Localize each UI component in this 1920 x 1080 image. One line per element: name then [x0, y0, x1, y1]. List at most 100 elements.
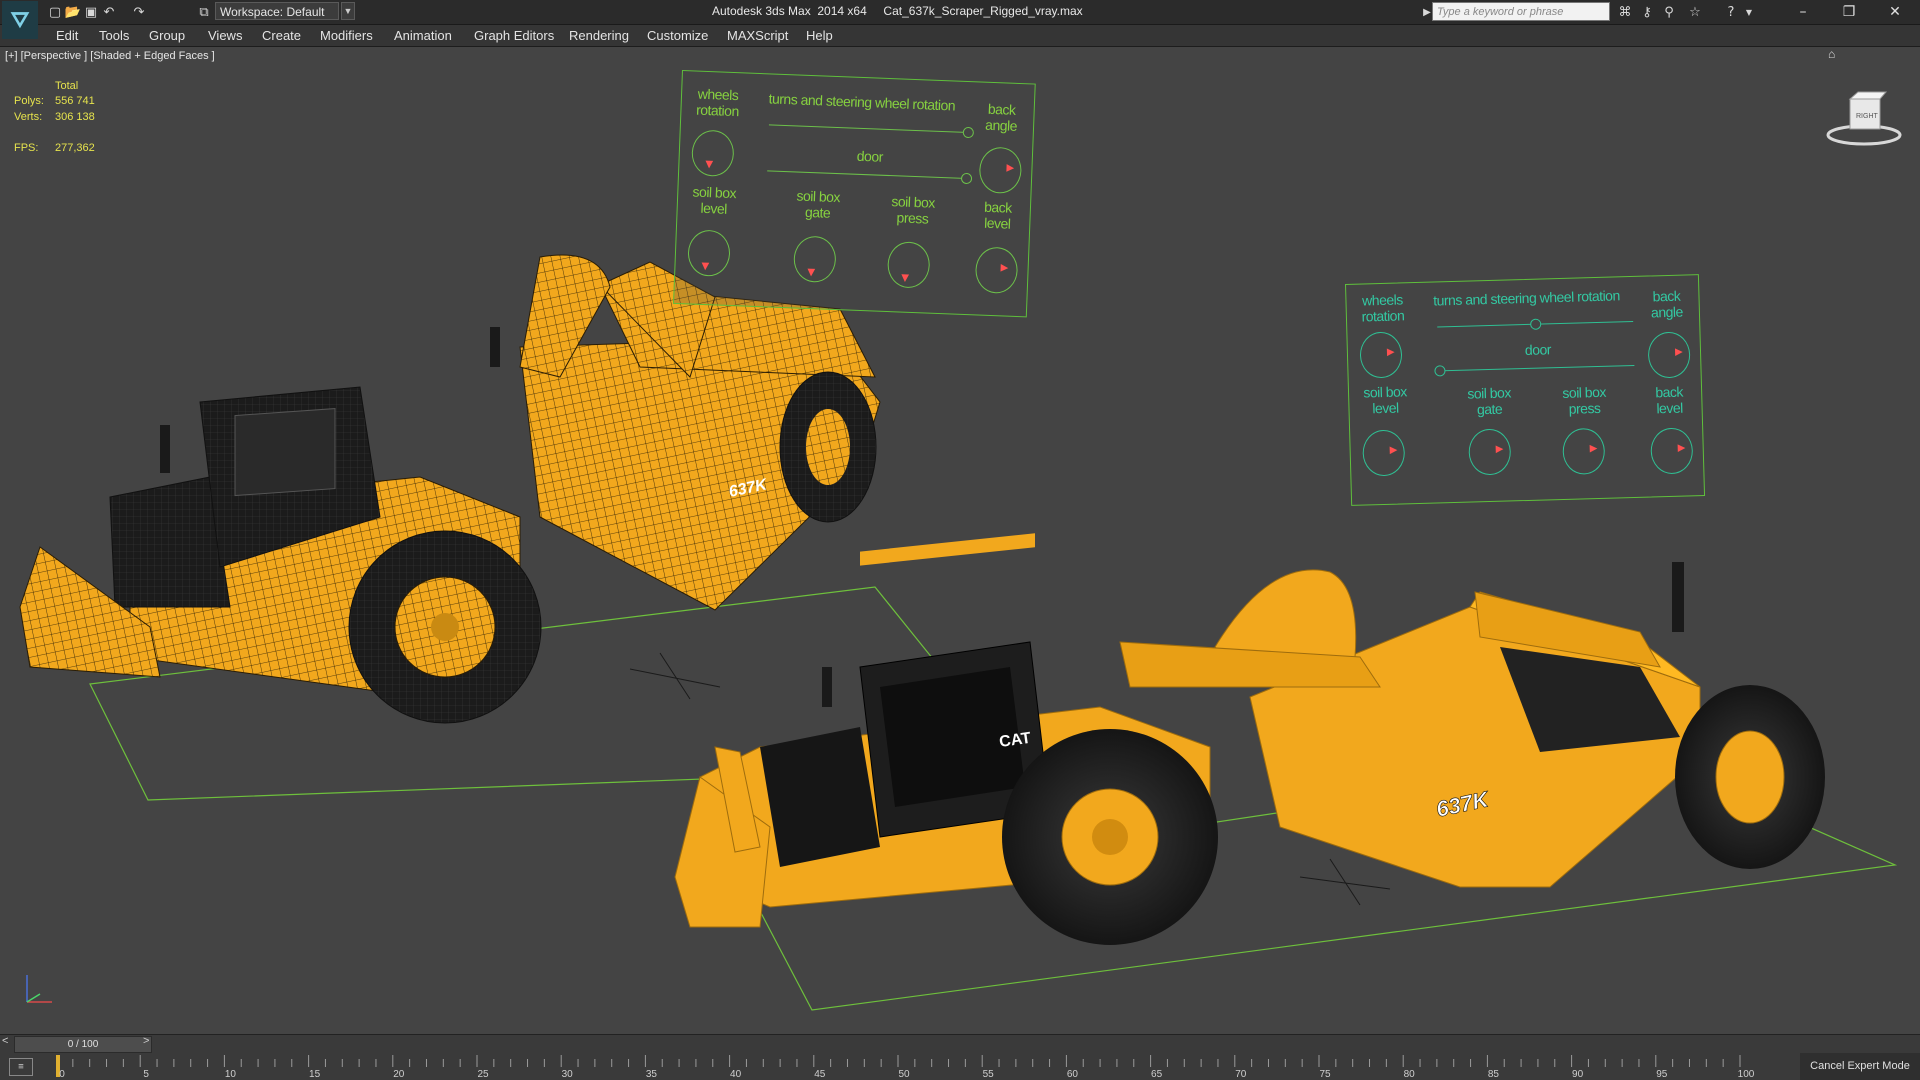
help-dropdown-icon[interactable]: ▼ — [1740, 3, 1758, 21]
frame-tick-label: 90 — [1572, 1069, 1584, 1080]
home-icon[interactable]: ⌂ — [1828, 47, 1835, 61]
search-input[interactable] — [1432, 2, 1610, 21]
back-angle-knob[interactable]: ▶ — [978, 146, 1023, 195]
cancel-expert-mode-button[interactable]: Cancel Expert Mode — [1800, 1053, 1920, 1080]
search-tools-icon[interactable]: ⚲ — [1660, 3, 1678, 21]
perspective-viewport[interactable]: 637K 637K CAT [+] [Perspective] [Shaded… — [0, 47, 1920, 1033]
menu-tools[interactable]: Tools — [95, 27, 133, 44]
frame-tick-label: 10 — [224, 1069, 236, 1080]
door-slider-track — [767, 170, 968, 180]
back-level-knob[interactable]: ▶ — [1650, 427, 1694, 475]
close-button[interactable]: ✕ — [1872, 0, 1918, 24]
restore-button[interactable]: ❐ — [1826, 0, 1872, 24]
polys-value: 556 741 — [55, 95, 95, 107]
menu-edit[interactable]: Edit — [52, 27, 82, 44]
frame-tick-label: 80 — [1403, 1069, 1415, 1080]
door-slider-handle[interactable] — [960, 172, 973, 185]
binoculars-icon[interactable]: ⌘ — [1616, 3, 1634, 21]
back-level-knob[interactable]: ▶ — [974, 246, 1019, 295]
frame-tick-label: 60 — [1066, 1069, 1078, 1080]
viewport-label[interactable]: [+] [Perspective ] [Shaded + Edged Faces… — [5, 50, 215, 62]
rig-control-panel-2: wheels rotation turns and steering wheel… — [1345, 274, 1706, 506]
help-icon[interactable]: ? — [1722, 3, 1740, 21]
mini-curve-editor-icon[interactable]: ≡ — [9, 1058, 33, 1076]
key-icon[interactable]: ⚷ — [1638, 3, 1656, 21]
turns-slider-handle[interactable] — [1530, 318, 1542, 330]
soil-box-press-label: soil box press — [891, 193, 936, 227]
workspace-dropdown-arrow-icon[interactable]: ▼ — [341, 2, 355, 20]
wheels-rotation-knob[interactable]: ▼ — [690, 129, 735, 178]
workspace-dropdown[interactable]: Workspace: Default — [215, 2, 339, 20]
turns-slider-track — [768, 124, 969, 134]
menu-graph-editors[interactable]: Graph Editors — [470, 27, 558, 44]
previous-frame-button[interactable]: < — [2, 1035, 8, 1047]
track-bar[interactable]: ≡ 0 5 10 15 20 25 30 35 40 45 50 55 60 65 70 75 80 85 90 95… — [0, 1053, 1920, 1080]
back-level-label: back level — [1655, 383, 1684, 417]
axis-tripod-icon — [26, 975, 52, 1003]
soil-box-level-knob[interactable]: ▼ — [687, 229, 731, 277]
back-level-label: back level — [983, 198, 1013, 232]
shaded-scraper-model — [674, 533, 1825, 945]
redo-icon[interactable]: ↷ — [130, 3, 148, 21]
soil-box-level-knob[interactable]: ▶ — [1362, 429, 1406, 477]
door-label: door — [856, 147, 884, 165]
verts-label: Verts: — [14, 111, 43, 123]
soil-box-gate-label: soil box gate — [796, 187, 841, 221]
verts-value: 306 138 — [55, 111, 95, 123]
open-folder-icon[interactable]: 📂 — [64, 3, 82, 21]
menu-animation[interactable]: Animation — [390, 27, 456, 44]
menu-help[interactable]: Help — [802, 27, 837, 44]
fps-value: 277,362 — [55, 142, 95, 154]
turns-slider-handle[interactable] — [962, 126, 975, 139]
frame-tick-label: 50 — [898, 1069, 910, 1080]
soil-box-gate-knob[interactable]: ▼ — [792, 235, 837, 284]
frame-tick-label: 5 — [143, 1069, 149, 1080]
menu-rendering[interactable]: Rendering — [565, 27, 633, 44]
frame-tick-label: 65 — [1151, 1069, 1163, 1080]
pivot-cross-right — [1299, 858, 1391, 906]
soil-box-level-label: soil box level — [692, 183, 737, 217]
menu-modifiers[interactable]: Modifiers — [316, 27, 377, 44]
fps-label: FPS: — [14, 142, 39, 154]
back-angle-label: back angle — [984, 100, 1018, 134]
frame-tick-label: 95 — [1656, 1069, 1668, 1080]
frame-tick-label: 0 — [59, 1069, 65, 1080]
frame-tick-label: 20 — [393, 1069, 405, 1080]
minimize-button[interactable]: – — [1780, 0, 1826, 24]
frame-tick-label: 35 — [645, 1069, 657, 1080]
back-angle-label: back angle — [1650, 287, 1684, 321]
wheels-rotation-knob[interactable]: ▶ — [1359, 331, 1403, 379]
soil-box-press-knob[interactable]: ▶ — [1562, 427, 1606, 475]
menu-group[interactable]: Group — [145, 27, 189, 44]
next-frame-button[interactable]: > — [143, 1035, 149, 1047]
menu-views[interactable]: Views — [204, 27, 246, 44]
menu-create[interactable]: Create — [258, 27, 305, 44]
viewcube-face-label: RIGHT — [1856, 113, 1879, 120]
undo-icon[interactable]: ↶ — [100, 3, 118, 21]
menu-maxscript[interactable]: MAXScript — [723, 27, 792, 44]
soil-box-level-label: soil box level — [1363, 383, 1407, 417]
viewcube-icon[interactable]: RIGHT — [1826, 85, 1902, 149]
turns-label: turns and steering wheel rotation — [1432, 287, 1620, 309]
door-slider-handle[interactable] — [1434, 365, 1446, 377]
frame-tick-label: 75 — [1319, 1069, 1331, 1080]
menu-customize[interactable]: Customize — [643, 27, 712, 44]
frame-tick-labels: 0 5 10 15 20 25 30 35 40 45 50 55 60 65 70 75 80 85 90 95 10… — [56, 1053, 1754, 1080]
frame-tick-label: 15 — [309, 1069, 321, 1080]
app-logo-button[interactable]: ⛛ — [2, 1, 38, 39]
door-label: door — [1524, 341, 1552, 358]
wheels-rotation-label: wheels rotation — [695, 85, 740, 120]
new-file-icon[interactable]: ▢ — [46, 3, 64, 21]
soil-box-press-knob[interactable]: ▼ — [886, 241, 931, 289]
frame-tick-label: 55 — [982, 1069, 994, 1080]
back-angle-knob[interactable]: ▶ — [1647, 331, 1691, 379]
project-folder-icon[interactable]: ⧉ — [195, 3, 213, 21]
frame-tick-label: 25 — [477, 1069, 489, 1080]
menu-bar: Edit Tools Group Views Create Modifiers … — [0, 25, 1920, 47]
save-icon[interactable]: ▣ — [82, 3, 100, 21]
turns-label: turns and steering wheel rotation — [768, 90, 956, 114]
star-icon[interactable]: ☆ — [1686, 3, 1704, 21]
soil-box-gate-knob[interactable]: ▶ — [1468, 428, 1512, 476]
time-slider-thumb[interactable]: 0 / 100 — [14, 1036, 152, 1053]
wheels-rotation-label: wheels rotation — [1361, 291, 1405, 325]
